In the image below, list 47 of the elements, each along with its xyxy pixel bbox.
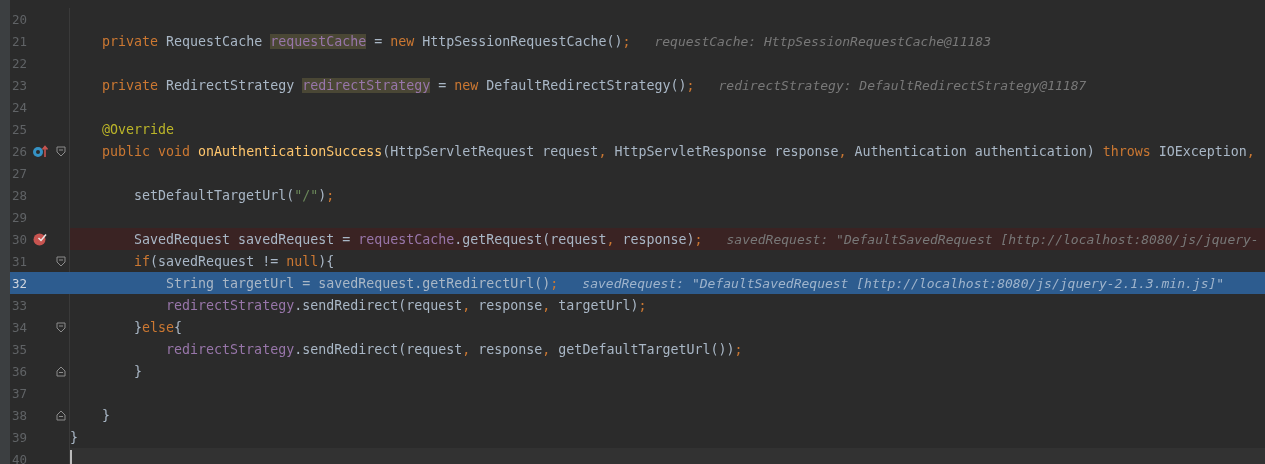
code-line: @Override (101, 121, 175, 137)
line-number: 27 (10, 165, 27, 181)
fold-icon[interactable] (55, 365, 66, 377)
code-line: setDefaultTargetUrl("/"); (133, 187, 335, 203)
fold-icon[interactable] (55, 255, 66, 267)
line-number: 40 (10, 451, 27, 464)
override-marker-icon[interactable] (32, 144, 48, 158)
code-line: public void onAuthenticationSuccess(HttpServletRequest request, HttpServletResponse response, Authentication authentication) throws IOException, (101, 143, 1255, 159)
line-number: 26 (10, 143, 27, 159)
line-number: 34 (10, 319, 27, 335)
line-number: 33 (10, 297, 27, 313)
line-number: 35 (10, 341, 27, 357)
code-line: if(savedRequest != null){ (133, 253, 335, 269)
inline-debug-value: requestCache: HttpSessionRequestCache@11183 (654, 33, 991, 49)
fold-icon[interactable] (55, 409, 66, 421)
inline-debug-value: savedRequest: "DefaultSavedRequest [http://localhost:8080/js/jquery- (726, 231, 1259, 247)
line-number: 25 (10, 121, 27, 137)
code-line: SavedRequest savedRequest = requestCache.getRequest(request, response); (133, 231, 703, 247)
code-line: redirectStrategy.sendRedirect(request, response, targetUrl); (165, 297, 647, 313)
fold-icon[interactable] (55, 145, 66, 157)
code-line: redirectStrategy.sendRedirect(request, response, getDefaultTargetUrl()); (165, 341, 743, 357)
text-caret (70, 450, 72, 464)
code-line: }else{ (133, 319, 183, 335)
line-number: 28 (10, 187, 27, 203)
line-number: 24 (10, 99, 27, 115)
line-number: 20 (10, 11, 27, 27)
fold-icon[interactable] (55, 321, 66, 333)
line-number: 32 (10, 275, 27, 291)
line-number: 30 (10, 231, 27, 247)
line-number: 39 (10, 429, 27, 445)
breakpoint-icon[interactable] (33, 232, 47, 246)
code-line: private RequestCache requestCache = new HttpSessionRequestCache(); (101, 33, 631, 49)
line-number: 36 (10, 363, 27, 379)
code-line: private RedirectStrategy redirectStrategy = new DefaultRedirectStrategy(); (101, 77, 695, 93)
inline-debug-value: savedRequest: "DefaultSavedRequest [http://localhost:8080/js/jquery-2.1.3.min.js]" (582, 275, 1225, 291)
line-number: 31 (10, 253, 27, 269)
line-number: 21 (10, 33, 27, 49)
code-line: } (133, 363, 143, 379)
line-number: 38 (10, 407, 27, 423)
line-number: 22 (10, 55, 27, 71)
code-line: String targetUrl = savedRequest.getRedirectUrl(); (165, 275, 559, 291)
code-line: } (70, 429, 78, 445)
line-number: 23 (10, 77, 27, 93)
line-number: 29 (10, 209, 27, 225)
inline-debug-value: redirectStrategy: DefaultRedirectStrategy@11187 (718, 77, 1087, 93)
line-number: 37 (10, 385, 27, 401)
code-line: } (101, 407, 111, 423)
